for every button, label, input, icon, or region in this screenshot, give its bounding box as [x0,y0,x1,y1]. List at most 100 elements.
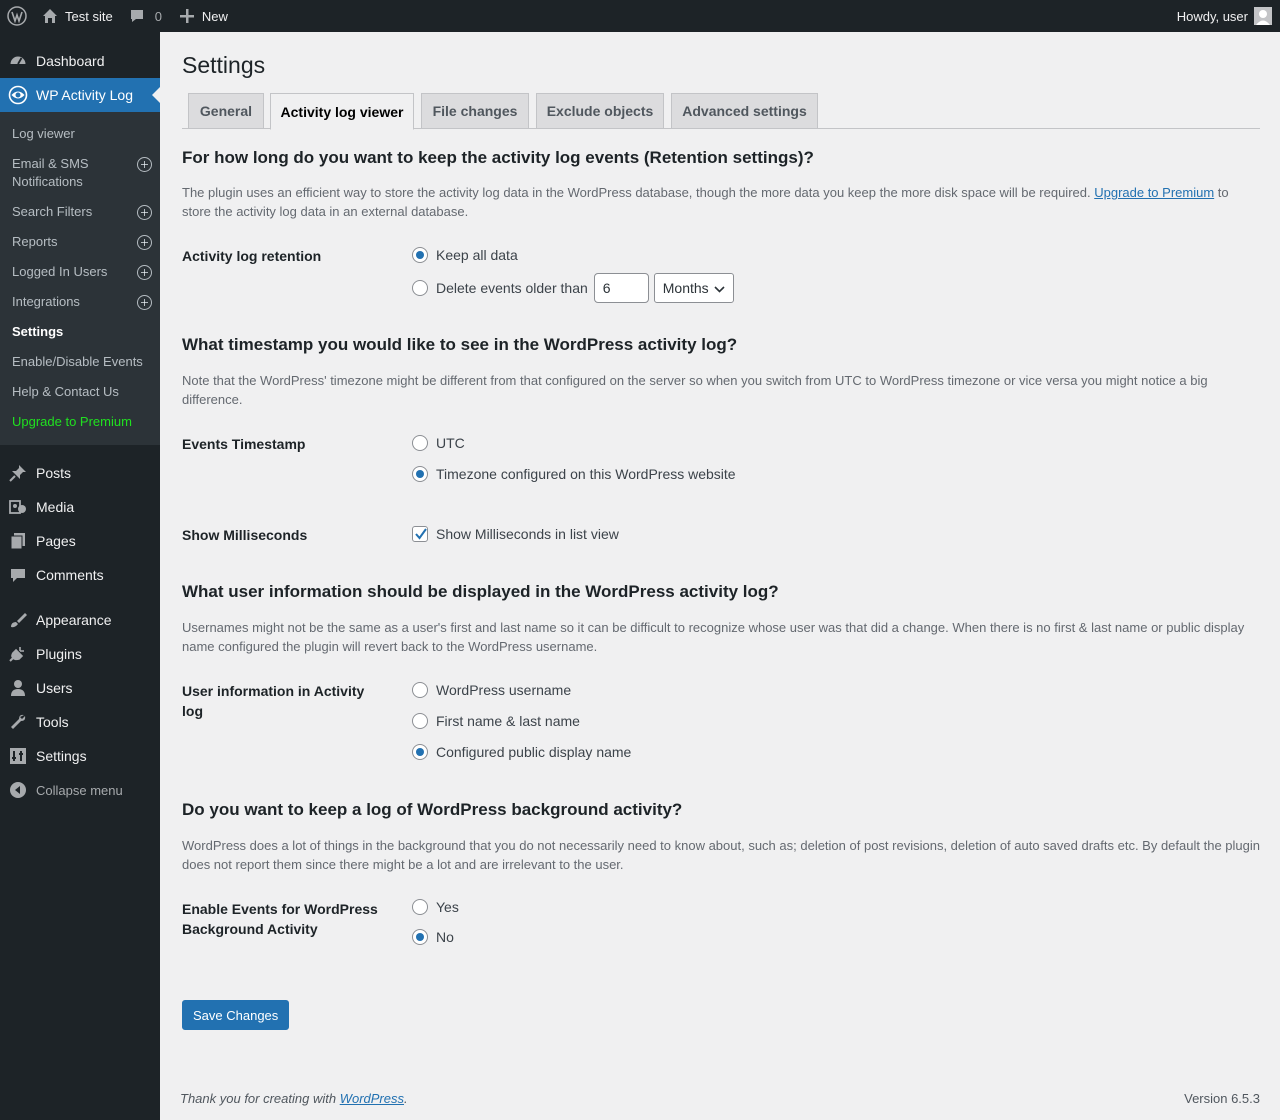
option-wp-timezone[interactable]: Timezone configured on this WordPress we… [412,466,736,482]
submenu-settings[interactable]: Settings [0,317,160,347]
avatar [1254,7,1272,25]
menu-plugins[interactable]: Plugins [0,637,160,671]
radio-no[interactable] [412,929,428,945]
radio-wp-username[interactable] [412,682,428,698]
submenu-label: Settings [12,324,64,339]
tab-file-changes[interactable]: File changes [421,93,529,129]
footer-version: Version 6.5.3 [1184,1091,1260,1106]
menu-settings[interactable]: Settings [0,739,160,773]
menu-posts-label: Posts [36,465,72,481]
tab-general[interactable]: General [188,93,264,129]
checkbox-show-milliseconds[interactable] [412,526,428,542]
menu-tools[interactable]: Tools [0,705,160,739]
tab-advanced-settings[interactable]: Advanced settings [671,93,818,129]
option-yes[interactable]: Yes [412,899,459,915]
submenu-log-viewer[interactable]: Log viewer [0,119,160,149]
plus-circle-icon [137,265,152,280]
radio-keep-all-data[interactable] [412,247,428,263]
submenu-upgrade-premium[interactable]: Upgrade to Premium [0,407,160,437]
option-label: Keep all data [436,247,518,263]
collapse-menu-label: Collapse menu [36,782,123,798]
menu-pages[interactable]: Pages [0,524,160,558]
timestamp-heading: What timestamp you would like to see in … [182,335,738,354]
option-keep-all-data[interactable]: Keep all data [412,247,518,263]
menu-settings-label: Settings [36,748,87,764]
main-content: Settings General Activity log viewer Fil… [160,32,1280,1120]
radio-delete-older[interactable] [412,280,428,296]
wrench-icon [0,713,36,731]
comment-bubble-icon [0,566,36,584]
submenu-logged-in-users[interactable]: Logged In Users [0,257,160,287]
radio-first-last-name[interactable] [412,713,428,729]
comment-bubble-icon [129,8,145,24]
menu-comments[interactable]: Comments [0,558,160,592]
menu-posts[interactable]: Posts [0,456,160,490]
upgrade-premium-link[interactable]: Upgrade to Premium [1094,185,1214,200]
plus-circle-icon [137,157,152,172]
retention-description: The plugin uses an efficient way to stor… [182,183,1260,221]
option-no[interactable]: No [412,929,454,945]
site-name-link[interactable]: Test site [34,0,121,32]
retention-number-input[interactable]: 6 [593,273,649,303]
menu-wp-activity-log[interactable]: WP Activity Log [0,78,160,112]
menu-tools-label: Tools [36,714,69,730]
plus-circle-icon [137,205,152,220]
admin-bar: Test site 0 New Howdy, user [0,0,1280,32]
userinfo-label: User information in Activity log [182,683,365,719]
option-label: Show Milliseconds in list view [436,526,619,542]
radio-utc[interactable] [412,435,428,451]
menu-media[interactable]: Media [0,490,160,524]
radio-yes[interactable] [412,899,428,915]
radio-display-name[interactable] [412,744,428,760]
userinfo-heading: What user information should be displaye… [182,582,779,601]
my-account-link[interactable]: Howdy, user [1177,7,1280,25]
option-first-last-name[interactable]: First name & last name [412,713,580,729]
save-changes-button[interactable]: Save Changes [182,1000,290,1030]
comments-link[interactable]: 0 [121,0,170,32]
plug-icon [0,645,36,663]
option-display-name[interactable]: Configured public display name [412,744,631,760]
option-delete-older[interactable]: Delete events older than 6 Months [412,273,734,303]
submenu-email-sms[interactable]: Email & SMS Notifications [0,149,160,197]
menu-users-label: Users [36,680,73,696]
submenu-integrations[interactable]: Integrations [0,287,160,317]
submenu-help-contact[interactable]: Help & Contact Us [0,377,160,407]
checkmark-icon [415,528,427,540]
activity-log-submenu: Log viewer Email & SMS Notifications Sea… [0,112,160,445]
submenu-search-filters[interactable]: Search Filters [0,197,160,227]
timestamp-description: Note that the WordPress' timezone might … [182,373,1208,407]
plus-circle-icon [137,235,152,250]
retention-heading: For how long do you want to keep the act… [182,148,814,167]
pages-icon [0,532,36,550]
menu-dashboard[interactable]: Dashboard [0,44,160,78]
background-description: WordPress does a lot of things in the ba… [182,838,1260,872]
collapse-menu-button[interactable]: Collapse menu [0,773,160,807]
footer-thanks-text: Thank you for creating with [180,1091,340,1106]
footer-thanks: Thank you for creating with WordPress. [180,1091,408,1106]
new-content-link[interactable]: New [170,0,236,32]
submenu-label: Enable/Disable Events [12,354,143,369]
retention-desc-text: The plugin uses an efficient way to stor… [182,185,1095,200]
wordpress-link[interactable]: WordPress [340,1091,404,1106]
wordpress-logo-icon[interactable] [0,0,34,32]
option-utc[interactable]: UTC [412,435,465,451]
milliseconds-label: Show Milliseconds [182,527,308,543]
dashboard-gauge-icon [0,52,36,70]
menu-appearance[interactable]: Appearance [0,603,160,637]
option-label: First name & last name [436,713,580,729]
media-camera-icon [0,498,36,516]
menu-users[interactable]: Users [0,671,160,705]
radio-wp-timezone[interactable] [412,466,428,482]
submenu-enable-disable-events[interactable]: Enable/Disable Events [0,347,160,377]
background-label: Enable Events for WordPress Background A… [182,901,378,937]
menu-appearance-label: Appearance [36,612,112,628]
retention-label: Activity log retention [182,248,322,264]
submenu-reports[interactable]: Reports [0,227,160,257]
tab-activity-log-viewer[interactable]: Activity log viewer [270,93,414,130]
retention-unit-select[interactable]: Months [653,273,734,303]
option-show-milliseconds[interactable]: Show Milliseconds in list view [412,526,619,542]
option-wp-username[interactable]: WordPress username [412,682,571,698]
submenu-label: Upgrade to Premium [12,414,132,429]
settings-tabs: General Activity log viewer File changes… [182,92,1260,130]
tab-exclude-objects[interactable]: Exclude objects [536,93,664,129]
